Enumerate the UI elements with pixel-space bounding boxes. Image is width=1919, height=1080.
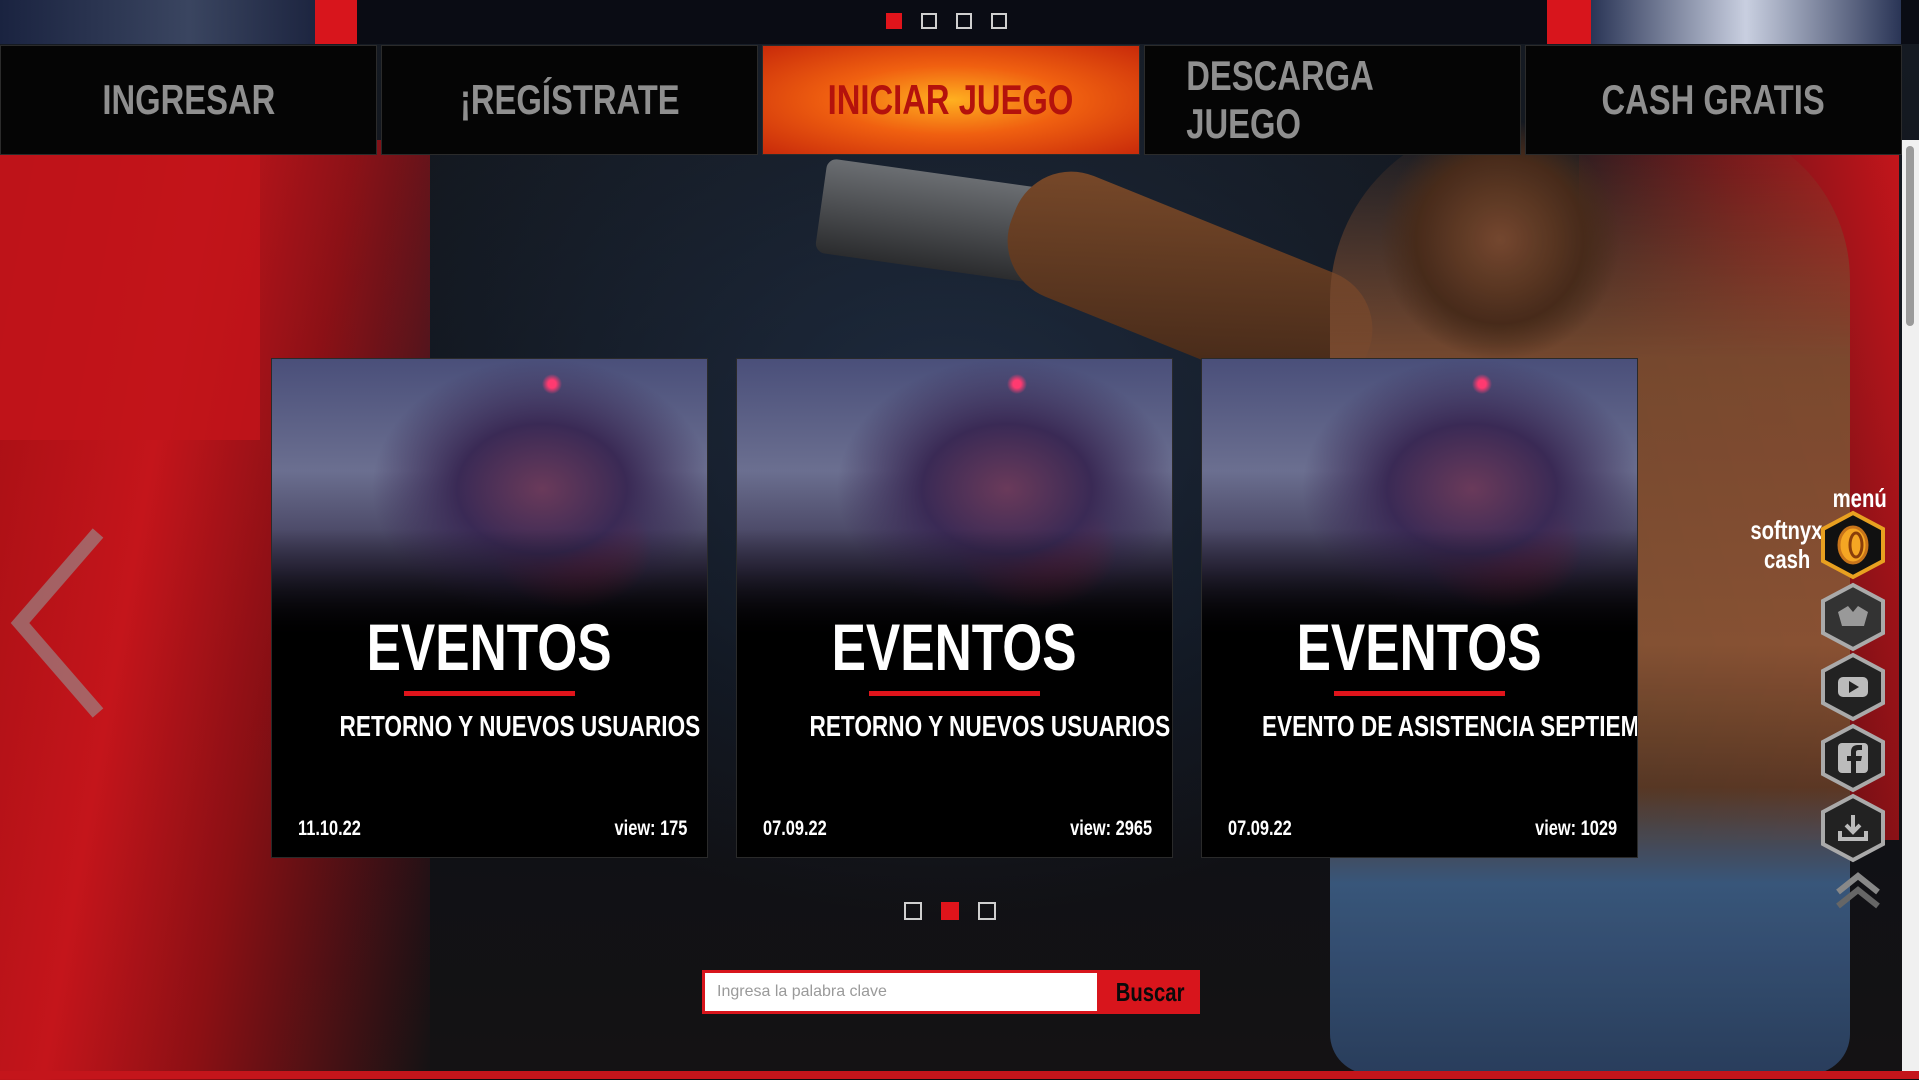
- top-carousel-dot-4[interactable]: [991, 13, 1007, 29]
- wolf-logo-icon[interactable]: [1820, 582, 1886, 652]
- event-card-views: view: 2965: [1070, 817, 1152, 840]
- nav-ingresar[interactable]: INGRESAR: [0, 45, 378, 155]
- event-card-views: view: 175: [614, 817, 687, 840]
- event-card-title: RETORNO Y NUEVOS USUARIOS OCTUBRE: [339, 711, 707, 743]
- search-button-label: Buscar: [1115, 976, 1185, 1007]
- event-card-date: 11.10.22: [298, 817, 361, 840]
- youtube-icon[interactable]: [1820, 652, 1886, 722]
- event-card-image: [737, 359, 1172, 639]
- softnyx-cash-label: softnyx cash: [1750, 515, 1823, 574]
- banner-red-block-right: [1547, 0, 1591, 44]
- cards-carousel-dot-3[interactable]: [978, 902, 996, 920]
- event-card-category: EVENTOS: [831, 610, 1078, 684]
- nav-registrate[interactable]: ¡REGÍSTRATE: [381, 45, 759, 155]
- event-cards: EVENTOS RETORNO Y NUEVOS USUARIOS OCTUBR…: [271, 358, 1638, 858]
- event-card-views: view: 1029: [1535, 817, 1617, 840]
- search-bar: Buscar: [702, 970, 1200, 1014]
- cards-carousel-dot-1[interactable]: [904, 902, 922, 920]
- event-card-category: EVENTOS: [1296, 610, 1543, 684]
- event-card-date: 07.09.22: [763, 817, 827, 840]
- event-card-title: EVENTO DE ASISTENCIA SEPTIEMBRE: [1261, 711, 1638, 743]
- scroll-up-icon[interactable]: [1833, 870, 1883, 910]
- top-carousel-dot-3[interactable]: [956, 13, 972, 29]
- nav-cash-gratis[interactable]: CASH GRATIS: [1524, 45, 1903, 155]
- nav-label: CASH GRATIS: [1601, 76, 1826, 123]
- event-card-image: [272, 359, 707, 639]
- event-card[interactable]: EVENTOS RETORNO Y NUEVOS USUARIOS OCTUBR…: [271, 358, 708, 858]
- facebook-icon[interactable]: [1820, 723, 1886, 793]
- nav-label: INICIAR JUEGO: [828, 76, 1074, 123]
- nav-iniciar-juego[interactable]: INICIAR JUEGO: [762, 45, 1140, 155]
- event-card-category: EVENTOS: [366, 610, 613, 684]
- cards-carousel-indicators: [904, 902, 996, 920]
- banner-red-block-left: [315, 0, 357, 44]
- event-card[interactable]: EVENTOS RETORNO Y NUEVOS USUARIOS SEPTIE…: [736, 358, 1173, 858]
- event-card[interactable]: EVENTOS EVENTO DE ASISTENCIA SEPTIEMBRE …: [1201, 358, 1638, 858]
- event-card-date: 07.09.22: [1228, 817, 1292, 840]
- top-banner-strip: [0, 0, 1919, 44]
- top-carousel-indicators: [886, 13, 1007, 29]
- nav-descarga-juego[interactable]: DESCARGA JUEGO: [1143, 45, 1521, 155]
- top-carousel-dot-1[interactable]: [886, 13, 902, 29]
- event-card-divider: [1334, 691, 1505, 696]
- page-scrollbar[interactable]: [1902, 140, 1919, 1079]
- red-paint-left-top: [0, 140, 260, 440]
- search-button[interactable]: Buscar: [1100, 970, 1200, 1014]
- banner-image-left: [0, 0, 315, 44]
- coin-icon[interactable]: [1820, 510, 1886, 580]
- event-card-divider: [869, 691, 1040, 696]
- carousel-prev-arrow[interactable]: [8, 528, 108, 718]
- nav-label: INGRESAR: [102, 76, 276, 123]
- main-nav: INGRESAR ¡REGÍSTRATE INICIAR JUEGO DESCA…: [0, 45, 1903, 155]
- event-card-image: [1202, 359, 1637, 639]
- download-icon[interactable]: [1820, 793, 1886, 863]
- top-carousel-dot-2[interactable]: [921, 13, 937, 29]
- nav-label: ¡REGÍSTRATE: [459, 76, 680, 123]
- bottom-accent-bar: [0, 1071, 1919, 1079]
- chevron-left-icon: [10, 528, 104, 718]
- nav-label: DESCARGA JUEGO: [1185, 52, 1373, 147]
- event-card-divider: [404, 691, 575, 696]
- cards-carousel-dot-2[interactable]: [941, 902, 959, 920]
- banner-image-right: [1591, 0, 1901, 44]
- search-input[interactable]: [702, 970, 1100, 1014]
- scrollbar-thumb[interactable]: [1906, 146, 1914, 326]
- event-card-title: RETORNO Y NUEVOS USUARIOS SEPTIEMBRE: [809, 711, 1172, 743]
